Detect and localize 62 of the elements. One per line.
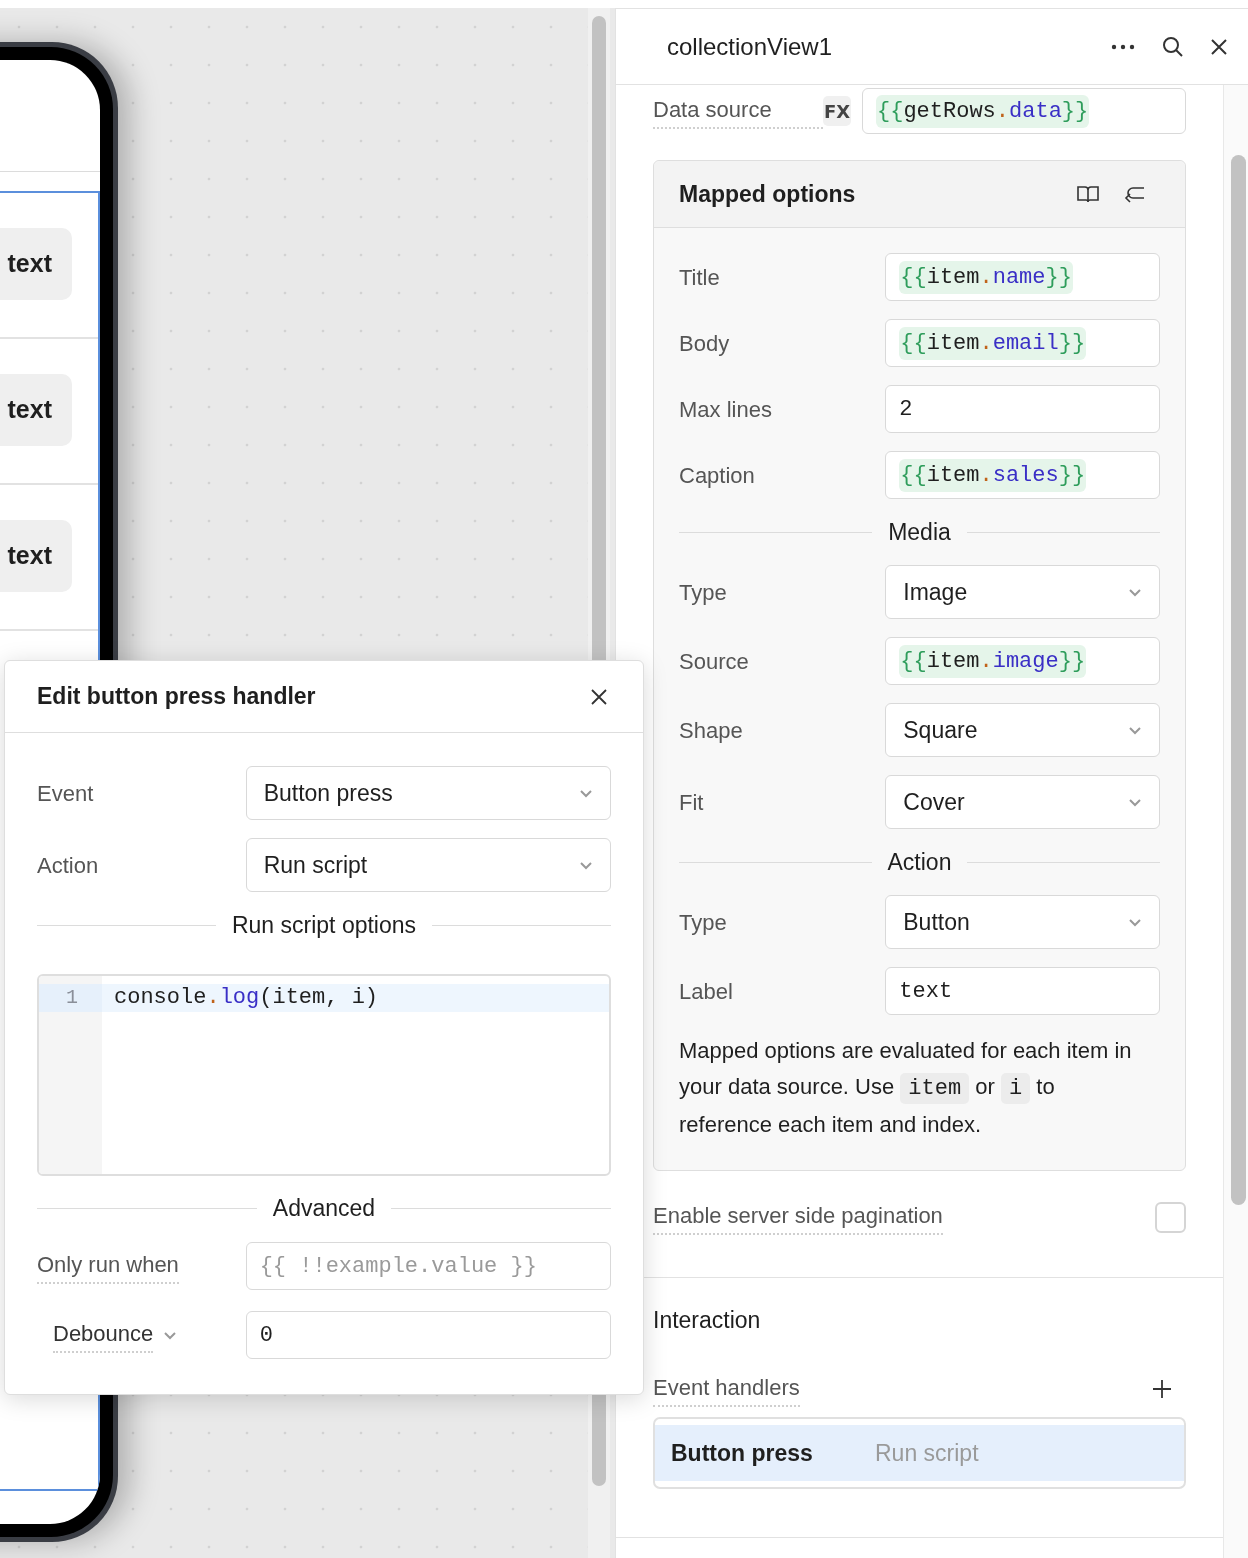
input-field[interactable]: 0 (245, 1311, 611, 1359)
checkbox[interactable] (1155, 1201, 1186, 1233)
book-icon (1076, 184, 1100, 204)
checkbox-label: Enable server side pagination (653, 1199, 943, 1235)
input-field[interactable]: {{item.email}} (885, 319, 1160, 367)
formula-badge: FX (823, 96, 851, 126)
chevron-icon (1128, 797, 1142, 807)
chevron-icon (163, 1330, 178, 1340)
card-title: Mapped options (679, 179, 857, 209)
field-label: Event (37, 779, 94, 808)
dropdown-label[interactable]: Debounce (53, 1317, 178, 1353)
section-heading: Media (888, 517, 951, 547)
chevron-icon (1128, 587, 1142, 597)
dialog-title: Edit button press handler (37, 682, 316, 712)
chevron-icon (579, 788, 593, 798)
field-label: Type (679, 908, 728, 937)
input-field[interactable]: {{getRows.data}} (862, 88, 1186, 134)
return-arrow-icon (1124, 185, 1146, 203)
select-field[interactable]: Square (885, 703, 1160, 757)
input-field[interactable]: 2 (885, 385, 1160, 433)
select-field[interactable]: Run script (245, 838, 611, 892)
select-field[interactable]: Cover (885, 775, 1160, 829)
close-icon (591, 688, 607, 705)
chevron-icon (579, 860, 593, 870)
field-label: Only run when (37, 1248, 179, 1284)
search-icon[interactable] (1162, 35, 1184, 58)
field-label: Label (679, 977, 734, 1006)
field-label: Max lines (679, 395, 773, 424)
help-text: Mapped options are evaluated for each item in your data source. Use item or i to reference each item and index. (679, 1037, 1133, 1139)
field-label: Body (679, 329, 731, 358)
input-field[interactable]: {{item.sales}} (885, 451, 1160, 499)
field-label: Type (679, 578, 728, 607)
chevron-icon (1128, 725, 1142, 735)
input-field[interactable]: {{item.image}} (885, 637, 1160, 685)
code-editor[interactable]: 1 console.log(item, i) (37, 974, 611, 1176)
chevron-icon (1128, 917, 1142, 927)
field-label: Title (679, 263, 721, 292)
field-label: Event handlers (653, 1371, 800, 1407)
field-label: Shape (679, 716, 744, 745)
section-title: Interaction (653, 1306, 762, 1335)
field-label: Caption (679, 461, 756, 490)
field-label: Source (679, 647, 750, 676)
field-label: Fit (679, 788, 705, 817)
section-heading: Action (887, 847, 952, 877)
section-heading: Advanced (272, 1193, 376, 1223)
select-field[interactable]: Button (885, 895, 1160, 949)
input-field[interactable]: text (885, 967, 1160, 1015)
more-icon[interactable] (1111, 43, 1135, 50)
plus-icon (1152, 1379, 1172, 1399)
list-item-button[interactable]: text (0, 228, 72, 300)
select-field[interactable]: Image (885, 565, 1160, 619)
input-field[interactable]: {{item.name}} (885, 253, 1160, 301)
panel-title: collectionView1 (667, 31, 833, 62)
field-label: Action (37, 851, 99, 880)
list-item-button[interactable]: text (0, 374, 72, 446)
section-heading: Run script options (231, 910, 417, 940)
handler-item[interactable]: Button press Run script (655, 1425, 1184, 1481)
line-number: 1 (39, 984, 102, 1012)
close-icon[interactable] (1210, 37, 1228, 56)
list-item-button[interactable]: text (0, 520, 72, 592)
select-field[interactable]: Button press (245, 766, 611, 820)
scrollbar-thumb[interactable] (1231, 155, 1246, 1205)
